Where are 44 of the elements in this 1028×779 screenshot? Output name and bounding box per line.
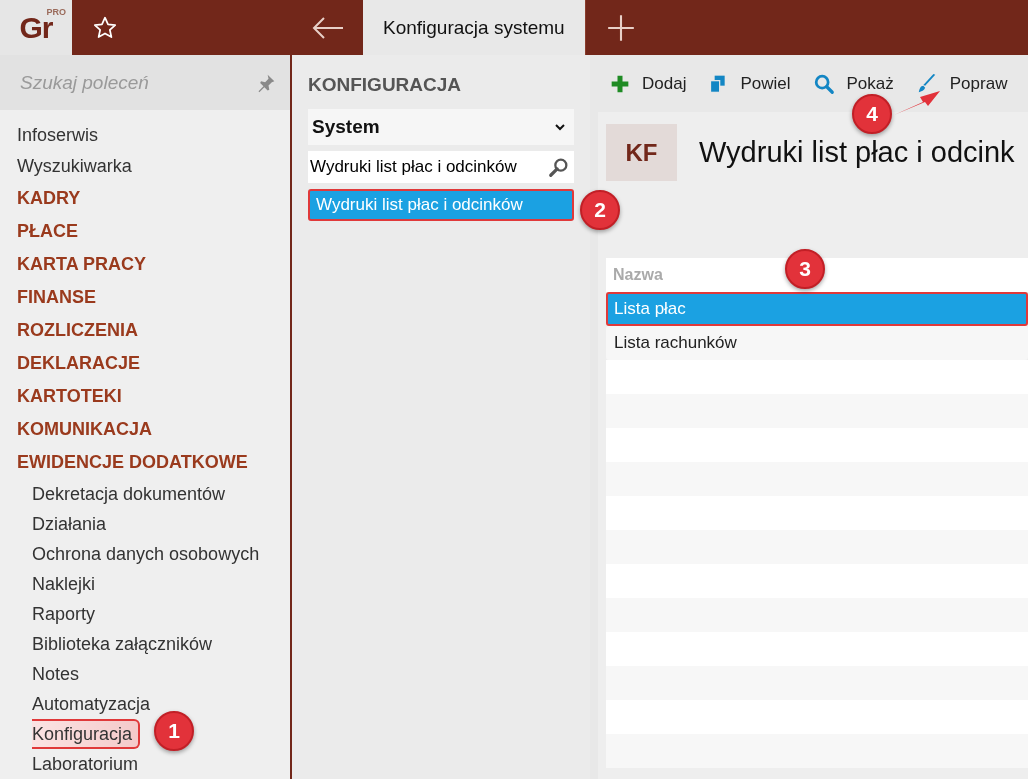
menu-section[interactable]: FINANSE xyxy=(0,281,290,314)
tree-search-box[interactable]: Wydruki list płac i odcinków xyxy=(308,151,574,183)
menu-item[interactable]: Ochrona danych osobowych xyxy=(32,539,266,569)
toolbar-button[interactable]: Powiel xyxy=(708,72,791,95)
menu-item[interactable]: Laboratorium xyxy=(32,749,145,779)
menu-item[interactable]: Działania xyxy=(32,509,113,539)
search-icon xyxy=(548,156,570,178)
record-badge: KF xyxy=(606,124,677,181)
table-row[interactable]: Lista rachunków xyxy=(606,326,1028,360)
panel-title: KONFIGURACJA xyxy=(308,73,463,97)
menu-section[interactable]: PŁACE xyxy=(0,215,290,248)
toolbar-button[interactable]: Pokaż xyxy=(812,72,894,95)
plus-icon xyxy=(610,73,630,94)
tab[interactable]: Konfiguracja systemu xyxy=(363,0,585,55)
menu-section[interactable]: EWIDENCJE DODATKOWE xyxy=(0,446,290,479)
star-icon xyxy=(92,14,118,41)
menu-section[interactable]: KARTOTEKI xyxy=(0,380,290,413)
menu-section[interactable]: KARTA PRACY xyxy=(0,248,290,281)
menu-section[interactable]: ROZLICZENIA xyxy=(0,314,290,347)
menu-item[interactable]: Biblioteka załączników xyxy=(32,629,219,659)
tree-search-field[interactable]: Wydruki list płac i odcinków xyxy=(308,157,544,177)
chevron-down-icon xyxy=(554,121,566,133)
menu-item[interactable]: Notes xyxy=(32,659,86,689)
menu-item[interactable]: Automatyzacja xyxy=(32,689,157,719)
menu-item[interactable]: Naklejki xyxy=(32,569,102,599)
menu-section[interactable]: DEKLARACJE xyxy=(0,347,290,380)
record-title: Wydruki list płac i odcink xyxy=(699,136,1015,169)
command-search-box[interactable]: Szukaj poleceń xyxy=(0,55,290,110)
menu-item[interactable]: Raporty xyxy=(32,599,102,629)
menu-item[interactable]: Wyszukiwarka xyxy=(0,151,290,182)
pin-icon xyxy=(256,72,276,93)
plus-icon xyxy=(607,13,636,42)
search-icon xyxy=(812,72,835,95)
menu-section[interactable]: KADRY xyxy=(0,182,290,215)
toolbar-button[interactable]: Popraw xyxy=(915,72,1008,95)
command-search-field[interactable]: Szukaj poleceń xyxy=(18,70,238,95)
category-dropdown[interactable]: System xyxy=(308,109,574,145)
menu-item[interactable]: Dekretacja dokumentów xyxy=(32,479,232,509)
logo-label: PRO xyxy=(46,7,66,17)
menu-item[interactable]: Konfiguracja xyxy=(32,719,141,749)
toolbar-button[interactable]: Dodaj xyxy=(610,73,687,94)
menu-section[interactable]: KOMUNIKACJA xyxy=(0,413,290,446)
arrow-left-icon xyxy=(311,15,345,40)
menu-item[interactable]: Infoserwis xyxy=(0,120,290,151)
